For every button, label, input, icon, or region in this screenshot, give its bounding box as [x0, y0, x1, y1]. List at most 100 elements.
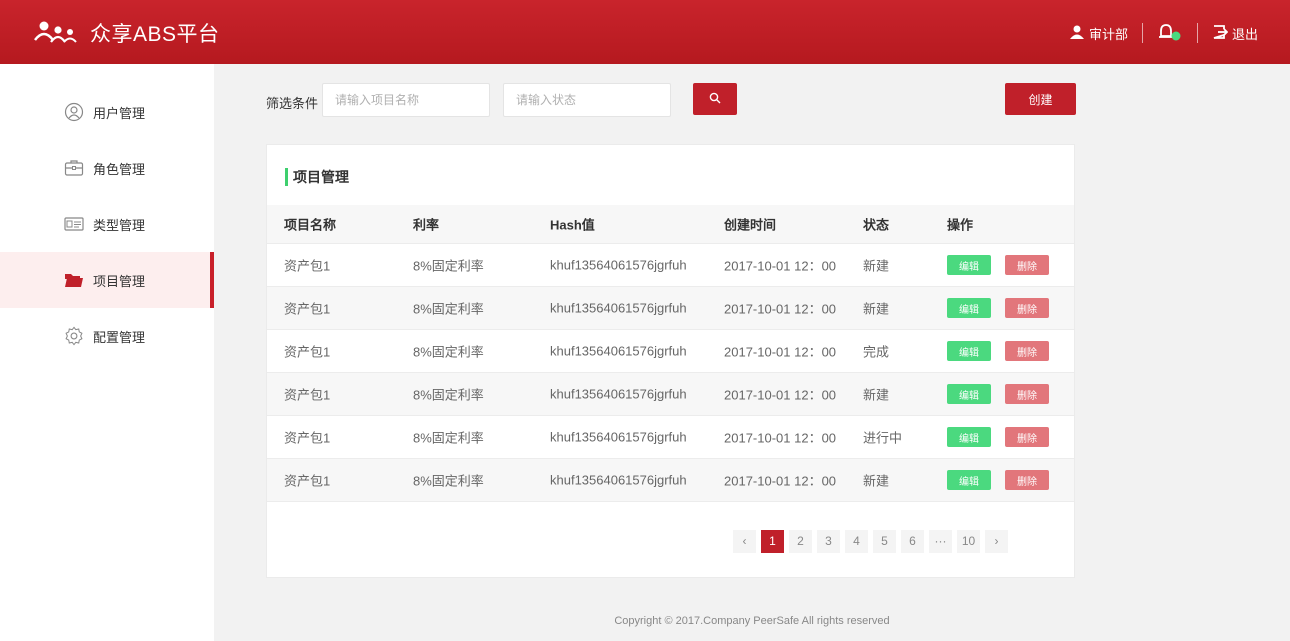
edit-button[interactable]: 编辑 [947, 341, 991, 361]
header-rate: 利率 [413, 217, 440, 233]
cell-status: 新建 [863, 258, 890, 274]
row-actions: 编辑 删除 [947, 470, 1049, 490]
edit-button[interactable]: 编辑 [947, 470, 991, 490]
top-actions: 审计部 退出 [1069, 20, 1258, 46]
sidebar-item-users[interactable]: 用户管理 [0, 84, 214, 140]
cell-project-name: 资产包1 [284, 473, 331, 489]
sidebar-item-label: 用户管理 [93, 105, 146, 121]
briefcase-icon [64, 158, 84, 178]
table-bottom-border [267, 501, 1074, 502]
id-card-icon [64, 214, 84, 234]
pagination: ‹ 1 2 3 4 5 6 ··· 10 › [733, 529, 1008, 553]
cell-project-name: 资产包1 [284, 301, 331, 317]
edit-button[interactable]: 编辑 [947, 298, 991, 318]
people-logo-icon [34, 20, 82, 47]
page-button-2[interactable]: 2 [789, 529, 812, 553]
header-created-time: 创建时间 [724, 217, 777, 233]
sidebar-item-label: 角色管理 [93, 161, 146, 177]
sidebar-item-config[interactable]: 配置管理 [0, 308, 214, 364]
table-row: 资产包1 8%固定利率 khuf13564061576jgrfuh 2017-1… [267, 243, 1074, 286]
logout-button[interactable]: 退出 [1212, 24, 1258, 43]
cell-created-time: 2017-10-01 12：00 [724, 473, 837, 489]
title-accent-bar [285, 168, 288, 186]
table-row: 资产包1 8%固定利率 khuf13564061576jgrfuh 2017-1… [267, 329, 1074, 372]
cell-hash: khuf13564061576jgrfuh [550, 472, 687, 488]
sidebar-item-label: 项目管理 [93, 273, 146, 289]
cell-hash: khuf13564061576jgrfuh [550, 300, 687, 316]
search-icon [709, 92, 721, 107]
header-actions: 操作 [947, 217, 974, 233]
cell-created-time: 2017-10-01 12：00 [724, 387, 837, 403]
delete-button[interactable]: 删除 [1005, 427, 1049, 447]
delete-button[interactable]: 删除 [1005, 341, 1049, 361]
header-status: 状态 [863, 217, 890, 233]
delete-button[interactable]: 删除 [1005, 298, 1049, 318]
separator [1141, 23, 1143, 43]
cell-project-name: 资产包1 [284, 430, 331, 446]
cell-created-time: 2017-10-01 12：00 [724, 301, 837, 317]
page-button-1[interactable]: 1 [761, 529, 784, 553]
cell-rate: 8%固定利率 [413, 430, 484, 446]
page-button-3[interactable]: 3 [817, 529, 840, 553]
cell-rate: 8%固定利率 [413, 344, 484, 360]
card-title: 项目管理 [285, 167, 349, 187]
folder-icon [64, 270, 84, 290]
cell-rate: 8%固定利率 [413, 301, 484, 317]
page-button-4[interactable]: 4 [845, 529, 868, 553]
create-button[interactable]: 创建 [1005, 83, 1076, 115]
table-row: 资产包1 8%固定利率 khuf13564061576jgrfuh 2017-1… [267, 415, 1074, 458]
cell-status: 完成 [863, 344, 890, 360]
logout-icon [1212, 24, 1229, 43]
sidebar-item-types[interactable]: 类型管理 [0, 196, 214, 252]
filter-label: 筛选条件 [266, 96, 319, 111]
separator [1196, 23, 1198, 43]
table-row: 资产包1 8%固定利率 khuf13564061576jgrfuh 2017-1… [267, 458, 1074, 501]
sidebar: 用户管理 角色管理 类型管理 项目管理 配置管理 [0, 64, 214, 641]
user-icon [1069, 24, 1085, 43]
delete-button[interactable]: 删除 [1005, 255, 1049, 275]
cell-hash: khuf13564061576jgrfuh [550, 429, 687, 445]
page-ellipsis-button[interactable]: ··· [929, 529, 952, 553]
page-button-6[interactable]: 6 [901, 529, 924, 553]
delete-button[interactable]: 删除 [1005, 470, 1049, 490]
cell-status: 新建 [863, 473, 890, 489]
app-title: 众享ABS平台 [90, 23, 220, 46]
search-button[interactable] [693, 83, 737, 115]
page-button-10[interactable]: 10 [957, 529, 980, 553]
page-button-5[interactable]: 5 [873, 529, 896, 553]
sidebar-item-roles[interactable]: 角色管理 [0, 140, 214, 196]
header-project-name: 项目名称 [284, 217, 337, 233]
cell-status: 进行中 [863, 430, 903, 446]
brand[interactable]: 众享ABS平台 [34, 18, 220, 48]
cell-hash: khuf13564061576jgrfuh [550, 343, 687, 359]
edit-button[interactable]: 编辑 [947, 427, 991, 447]
edit-button[interactable]: 编辑 [947, 255, 991, 275]
status-input[interactable] [503, 83, 671, 117]
user-menu[interactable]: 审计部 [1069, 24, 1128, 43]
card-title-text: 项目管理 [293, 169, 349, 185]
cell-project-name: 资产包1 [284, 258, 331, 274]
user-icon [64, 102, 84, 122]
top-bar: 众享ABS平台 审计部 退出 [0, 0, 1290, 64]
cell-rate: 8%固定利率 [413, 258, 484, 274]
cell-hash: khuf13564061576jgrfuh [550, 257, 687, 273]
row-actions: 编辑 删除 [947, 384, 1049, 404]
next-page-button[interactable]: › [985, 529, 1008, 553]
sidebar-item-projects[interactable]: 项目管理 [0, 252, 214, 308]
cell-project-name: 资产包1 [284, 344, 331, 360]
cell-status: 新建 [863, 301, 890, 317]
notification-button[interactable] [1157, 22, 1183, 45]
sidebar-item-label: 配置管理 [93, 329, 146, 345]
project-name-input[interactable] [322, 83, 490, 117]
delete-button[interactable]: 删除 [1005, 384, 1049, 404]
cell-created-time: 2017-10-01 12：00 [724, 258, 837, 274]
table-row: 资产包1 8%固定利率 khuf13564061576jgrfuh 2017-1… [267, 286, 1074, 329]
sidebar-item-label: 类型管理 [93, 217, 146, 233]
project-table-card: 项目管理 项目名称 利率 Hash值 创建时间 状态 操作 资产包1 8%固定利… [266, 144, 1075, 578]
row-actions: 编辑 删除 [947, 341, 1049, 361]
cell-created-time: 2017-10-01 12：00 [724, 344, 837, 360]
prev-page-button[interactable]: ‹ [733, 529, 756, 553]
cell-project-name: 资产包1 [284, 387, 331, 403]
cell-rate: 8%固定利率 [413, 473, 484, 489]
edit-button[interactable]: 编辑 [947, 384, 991, 404]
